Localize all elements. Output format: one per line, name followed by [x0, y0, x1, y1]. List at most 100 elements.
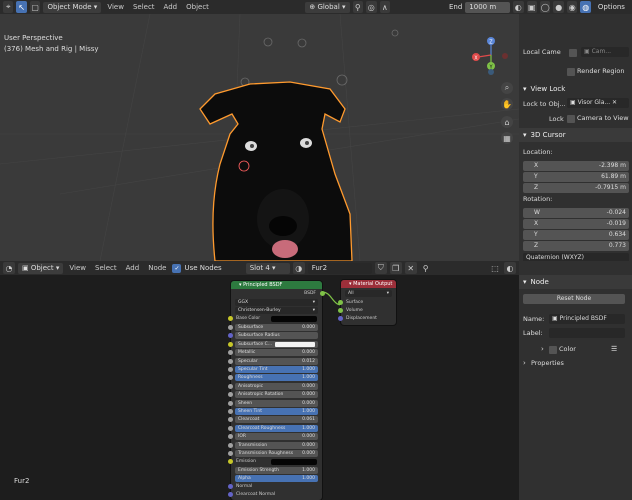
shader-type-dropdown[interactable]: ▣ Object ▾ [18, 262, 64, 274]
emission-socket[interactable] [228, 459, 233, 464]
bsdf-input-subsurface-radius[interactable]: Subsurface Radius [235, 332, 318, 340]
proportional-icon[interactable]: ◎ [366, 1, 377, 13]
menu-view[interactable]: View [104, 3, 127, 11]
node-editor-type-icon[interactable]: ◔ [3, 262, 15, 274]
location-x-field[interactable]: X -2.398 m [523, 161, 629, 171]
bsdf-input-socket[interactable] [228, 451, 233, 456]
base-color-socket[interactable] [228, 316, 233, 321]
color-expand-icon[interactable]: › [541, 345, 544, 353]
distribution-dropdown[interactable]: GGX ▾ [235, 299, 318, 306]
local-camera-checkbox[interactable] [569, 49, 577, 57]
zoom-icon[interactable]: ⌕ [501, 82, 513, 94]
menu-object[interactable]: Object [183, 3, 212, 11]
menu-select[interactable]: Select [130, 3, 158, 11]
bsdf-input-sheen-tint[interactable]: Sheen Tint 1.000 [235, 408, 318, 415]
options-button[interactable]: Options [594, 2, 629, 13]
bsdf-input-socket[interactable] [228, 325, 233, 330]
xray-icon[interactable]: ▣ [526, 1, 537, 13]
bsdf-input-socket[interactable] [228, 417, 233, 423]
node-menu-select[interactable]: Select [92, 264, 120, 272]
location-y-field[interactable]: Y 61.89 m [523, 172, 629, 182]
node-editor-canvas[interactable]: ▾ Principled BSDF BSDF GGX ▾ Christensen-… [0, 275, 519, 500]
box-select-icon[interactable]: ▢ [29, 1, 41, 13]
end-field[interactable]: 1000 m [465, 1, 511, 13]
rotation-w-field[interactable]: W -0.024 [523, 208, 629, 218]
node-label-field[interactable] [549, 328, 625, 338]
location-z-field[interactable]: Z -0.7915 m [523, 183, 629, 193]
bsdf-input-ior[interactable]: IOR 0.000 [235, 433, 318, 441]
reset-node-button[interactable]: Reset Node [523, 294, 625, 304]
bsdf-input-subsurface-c[interactable]: Subsurface C... [235, 340, 318, 348]
bsdf-input-socket[interactable] [228, 350, 233, 356]
material-name-field[interactable]: Fur2 [307, 262, 372, 274]
rotation-x-field[interactable]: X -0.019 [523, 219, 629, 229]
node-menu-node[interactable]: Node [145, 264, 169, 272]
overlay-node-icon[interactable]: ◐ [504, 262, 516, 274]
node-panel-header[interactable]: ▾ Node [519, 275, 632, 289]
displacement-socket[interactable] [338, 316, 343, 321]
3d-cursor-panel-header[interactable]: ▾ 3D Cursor [519, 128, 632, 142]
node-menu-view[interactable]: View [66, 264, 89, 272]
clearcoat-normal-socket[interactable] [228, 492, 233, 497]
emission-strength-field[interactable]: Emission Strength 1.000 [235, 467, 318, 474]
node-menu-add[interactable]: Add [123, 264, 143, 272]
material-browse-icon[interactable]: ◑ [292, 262, 305, 274]
pan-hand-icon[interactable]: ✋ [501, 98, 513, 110]
principled-bsdf-node[interactable]: ▾ Principled BSDF BSDF GGX ▾ Christensen-… [228, 281, 325, 500]
camera-icon[interactable]: ⌂ [501, 116, 513, 128]
bsdf-input-sheen[interactable]: Sheen 0.000 [235, 399, 318, 407]
surface-socket[interactable] [338, 300, 343, 305]
render-region-checkbox[interactable] [567, 68, 575, 76]
camera-to-view-checkbox[interactable] [567, 115, 575, 123]
bsdf-input-socket[interactable] [228, 333, 233, 339]
select-tool-icon[interactable]: ↖ [16, 1, 27, 13]
bsdf-input-socket[interactable] [228, 409, 233, 414]
rendered-shading-icon[interactable]: ◍ [580, 1, 591, 13]
view-lock-panel-header[interactable]: ▾ View Lock [519, 82, 632, 96]
bsdf-input-socket[interactable] [228, 358, 233, 364]
bsdf-input-clearcoat[interactable]: Clearcoat 0.061 [235, 416, 318, 424]
bsdf-input-socket[interactable] [228, 392, 233, 398]
falloff-icon[interactable]: ∧ [379, 1, 390, 13]
bsdf-input-subsurface[interactable]: Subsurface 0.000 [235, 324, 318, 331]
bsdf-input-specular[interactable]: Specular 0.012 [235, 357, 318, 365]
snap-icon[interactable]: ⚲ [352, 1, 364, 13]
menu-add[interactable]: Add [161, 3, 181, 11]
bsdf-input-socket[interactable] [228, 400, 233, 406]
rotation-y-field[interactable]: Y 0.634 [523, 230, 629, 240]
bsdf-input-socket[interactable] [228, 434, 233, 440]
transform-orientation-dropdown[interactable]: ⊕ Global ▾ [305, 1, 350, 13]
bsdf-input-roughness[interactable]: Roughness 1.000 [235, 374, 318, 382]
subsurface-color-swatch[interactable] [275, 341, 315, 347]
output-target-dropdown[interactable]: All ▾ [345, 290, 392, 297]
solid-shading-icon[interactable]: ● [553, 1, 564, 13]
bsdf-input-clearcoat-roughness[interactable]: Clearcoat Roughness 1.000 [235, 424, 318, 432]
slot-dropdown[interactable]: Slot 4 ▾ [245, 262, 290, 274]
grid-icon[interactable]: ▦ [501, 132, 513, 144]
volume-socket[interactable] [338, 308, 343, 313]
material-output-node[interactable]: ▾ Material Output All ▾ Surface Volume Di… [338, 280, 396, 325]
bsdf-input-metallic[interactable]: Metallic 0.000 [235, 349, 318, 357]
bsdf-input-socket[interactable] [228, 341, 233, 347]
bsdf-input-transmission-roughness[interactable]: Transmission Roughness 0.000 [235, 450, 318, 457]
emission-color-swatch[interactable] [271, 459, 317, 465]
material-shading-icon[interactable]: ◉ [566, 1, 578, 13]
lock-to-object-field[interactable]: ▣ Visor Gla... ✕ [567, 98, 629, 108]
rotation-mode-dropdown[interactable]: Quaternion (WXYZ) [523, 253, 629, 261]
color-checkbox[interactable] [549, 346, 557, 354]
material-output-header[interactable]: ▾ Material Output [341, 280, 396, 288]
rotation-z-field[interactable]: Z 0.773 [523, 241, 629, 251]
fake-user-icon[interactable]: ⛉ [374, 262, 387, 274]
bsdf-node-header[interactable]: ▾ Principled BSDF [231, 281, 322, 289]
use-nodes-checkbox[interactable]: ✓ [172, 263, 182, 273]
unlink-material-icon[interactable]: ✕ [404, 262, 417, 274]
bsdf-input-specular-tint[interactable]: Specular Tint 1.000 [235, 366, 318, 373]
bsdf-input-anisotropic[interactable]: Anisotropic 0.000 [235, 382, 318, 390]
wireframe-shading-icon[interactable]: ◯ [539, 1, 551, 13]
bsdf-input-socket[interactable] [228, 425, 233, 431]
bsdf-input-socket[interactable] [228, 375, 233, 381]
local-camera-field[interactable]: ▣ Cam... [581, 47, 629, 57]
bsdf-input-transmission[interactable]: Transmission 0.000 [235, 441, 318, 449]
node-name-field[interactable]: ▣ Principled BSDF [549, 314, 625, 324]
bsdf-input-socket[interactable] [228, 367, 233, 372]
